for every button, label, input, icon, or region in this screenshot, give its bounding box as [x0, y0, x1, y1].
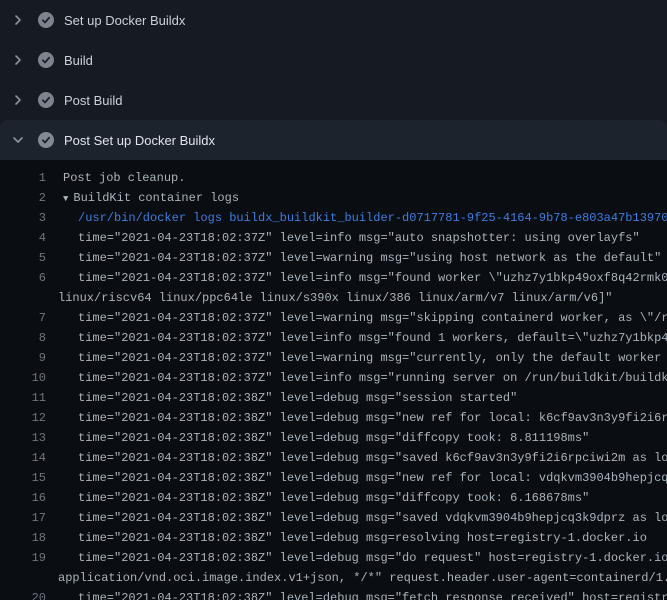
log-line: 2 ▼BuildKit container logs — [0, 188, 667, 208]
line-number[interactable]: 3 — [0, 208, 46, 228]
line-number[interactable]: 17 — [0, 508, 46, 528]
log-line-text: time="2021-04-23T18:02:37Z" level=info m… — [46, 368, 667, 388]
chevron-down-icon — [10, 132, 26, 148]
success-check-icon — [38, 132, 54, 148]
log-line-text: Post job cleanup. — [46, 168, 185, 188]
log-line: application/vnd.oci.image.index.v1+json,… — [0, 568, 667, 588]
log-line: 16 time="2021-04-23T18:02:38Z" level=deb… — [0, 488, 667, 508]
log-line-text: application/vnd.oci.image.index.v1+json,… — [46, 568, 667, 588]
log-line: 17 time="2021-04-23T18:02:38Z" level=deb… — [0, 508, 667, 528]
step-row-setup-docker-buildx[interactable]: Set up Docker Buildx — [0, 0, 667, 40]
line-number[interactable]: 12 — [0, 408, 46, 428]
log-line: 4 time="2021-04-23T18:02:37Z" level=info… — [0, 228, 667, 248]
line-number[interactable]: 18 — [0, 528, 46, 548]
step-row-post-setup-docker-buildx[interactable]: Post Set up Docker Buildx — [0, 120, 667, 160]
line-number[interactable]: 8 — [0, 328, 46, 348]
log-line: 7 time="2021-04-23T18:02:37Z" level=warn… — [0, 308, 667, 328]
log-line-text: time="2021-04-23T18:02:38Z" level=debug … — [46, 468, 667, 488]
line-number[interactable]: 9 — [0, 348, 46, 368]
collapse-triangle-icon[interactable]: ▼ — [63, 189, 68, 208]
step-label: Set up Docker Buildx — [64, 13, 185, 28]
log-line-text: time="2021-04-23T18:02:38Z" level=debug … — [46, 388, 517, 408]
chevron-right-icon — [10, 92, 26, 108]
log-line: 15 time="2021-04-23T18:02:38Z" level=deb… — [0, 468, 667, 488]
log-line: 20 time="2021-04-23T18:02:38Z" level=deb… — [0, 588, 667, 600]
log-line-text: time="2021-04-23T18:02:37Z" level=warnin… — [46, 248, 661, 268]
line-number[interactable]: 13 — [0, 428, 46, 448]
success-check-icon — [38, 52, 54, 68]
success-check-icon — [38, 92, 54, 108]
log-line: 18 time="2021-04-23T18:02:38Z" level=deb… — [0, 528, 667, 548]
log-line: 13 time="2021-04-23T18:02:38Z" level=deb… — [0, 428, 667, 448]
log-line: 5 time="2021-04-23T18:02:37Z" level=warn… — [0, 248, 667, 268]
log-line-text: time="2021-04-23T18:02:37Z" level=info m… — [46, 328, 667, 348]
log-line-text: /usr/bin/docker logs buildx_buildkit_bui… — [46, 208, 667, 228]
log-line: 10 time="2021-04-23T18:02:37Z" level=inf… — [0, 368, 667, 388]
step-label: Post Build — [64, 93, 123, 108]
line-number — [0, 288, 46, 308]
log-line: 11 time="2021-04-23T18:02:38Z" level=deb… — [0, 388, 667, 408]
line-number[interactable]: 14 — [0, 448, 46, 468]
log-line-text: time="2021-04-23T18:02:37Z" level=info m… — [46, 268, 667, 288]
line-number[interactable]: 10 — [0, 368, 46, 388]
log-line-text: time="2021-04-23T18:02:38Z" level=debug … — [46, 508, 667, 528]
log-line-text: time="2021-04-23T18:02:37Z" level=warnin… — [46, 308, 667, 328]
log-line-text: linux/riscv64 linux/ppc64le linux/s390x … — [46, 288, 613, 308]
log-line: 12 time="2021-04-23T18:02:38Z" level=deb… — [0, 408, 667, 428]
line-number[interactable]: 11 — [0, 388, 46, 408]
log-line: 6 time="2021-04-23T18:02:37Z" level=info… — [0, 268, 667, 288]
step-label: Build — [64, 53, 93, 68]
log-line-text: time="2021-04-23T18:02:38Z" level=debug … — [46, 488, 589, 508]
log-line-text: time="2021-04-23T18:02:37Z" level=info m… — [46, 228, 640, 248]
log-line: 3 /usr/bin/docker logs buildx_buildkit_b… — [0, 208, 667, 228]
step-label: Post Set up Docker Buildx — [64, 133, 215, 148]
line-number[interactable]: 19 — [0, 548, 46, 568]
line-number[interactable]: 2 — [0, 188, 46, 208]
log-line-text: time="2021-04-23T18:02:38Z" level=debug … — [46, 428, 589, 448]
log-line-text: time="2021-04-23T18:02:38Z" level=debug … — [46, 528, 647, 548]
log-line: 8 time="2021-04-23T18:02:37Z" level=info… — [0, 328, 667, 348]
log-line: 19 time="2021-04-23T18:02:38Z" level=deb… — [0, 548, 667, 568]
step-row-build[interactable]: Build — [0, 40, 667, 80]
line-number[interactable]: 7 — [0, 308, 46, 328]
chevron-right-icon — [10, 12, 26, 28]
line-number[interactable]: 20 — [0, 588, 46, 600]
line-number — [0, 568, 46, 588]
log-line-text: time="2021-04-23T18:02:38Z" level=debug … — [46, 588, 667, 600]
line-number[interactable]: 1 — [0, 168, 46, 188]
line-number[interactable]: 15 — [0, 468, 46, 488]
line-number[interactable]: 4 — [0, 228, 46, 248]
log-line: 9 time="2021-04-23T18:02:37Z" level=warn… — [0, 348, 667, 368]
log-line-text: time="2021-04-23T18:02:38Z" level=debug … — [46, 408, 667, 428]
log-viewer: 1 Post job cleanup. 2 ▼BuildKit containe… — [0, 160, 667, 600]
line-number[interactable]: 6 — [0, 268, 46, 288]
step-row-post-build[interactable]: Post Build — [0, 80, 667, 120]
log-line-text: time="2021-04-23T18:02:38Z" level=debug … — [46, 548, 667, 568]
log-line-text: time="2021-04-23T18:02:37Z" level=warnin… — [46, 348, 667, 368]
log-line: 1 Post job cleanup. — [0, 168, 667, 188]
log-line-text: time="2021-04-23T18:02:38Z" level=debug … — [46, 448, 667, 468]
chevron-right-icon — [10, 52, 26, 68]
log-group-toggle[interactable]: ▼BuildKit container logs — [46, 188, 239, 208]
step-list: Set up Docker Buildx Build Post Build Po… — [0, 0, 667, 160]
log-line: linux/riscv64 linux/ppc64le linux/s390x … — [0, 288, 667, 308]
line-number[interactable]: 16 — [0, 488, 46, 508]
line-number[interactable]: 5 — [0, 248, 46, 268]
log-line: 14 time="2021-04-23T18:02:38Z" level=deb… — [0, 448, 667, 468]
success-check-icon — [38, 12, 54, 28]
